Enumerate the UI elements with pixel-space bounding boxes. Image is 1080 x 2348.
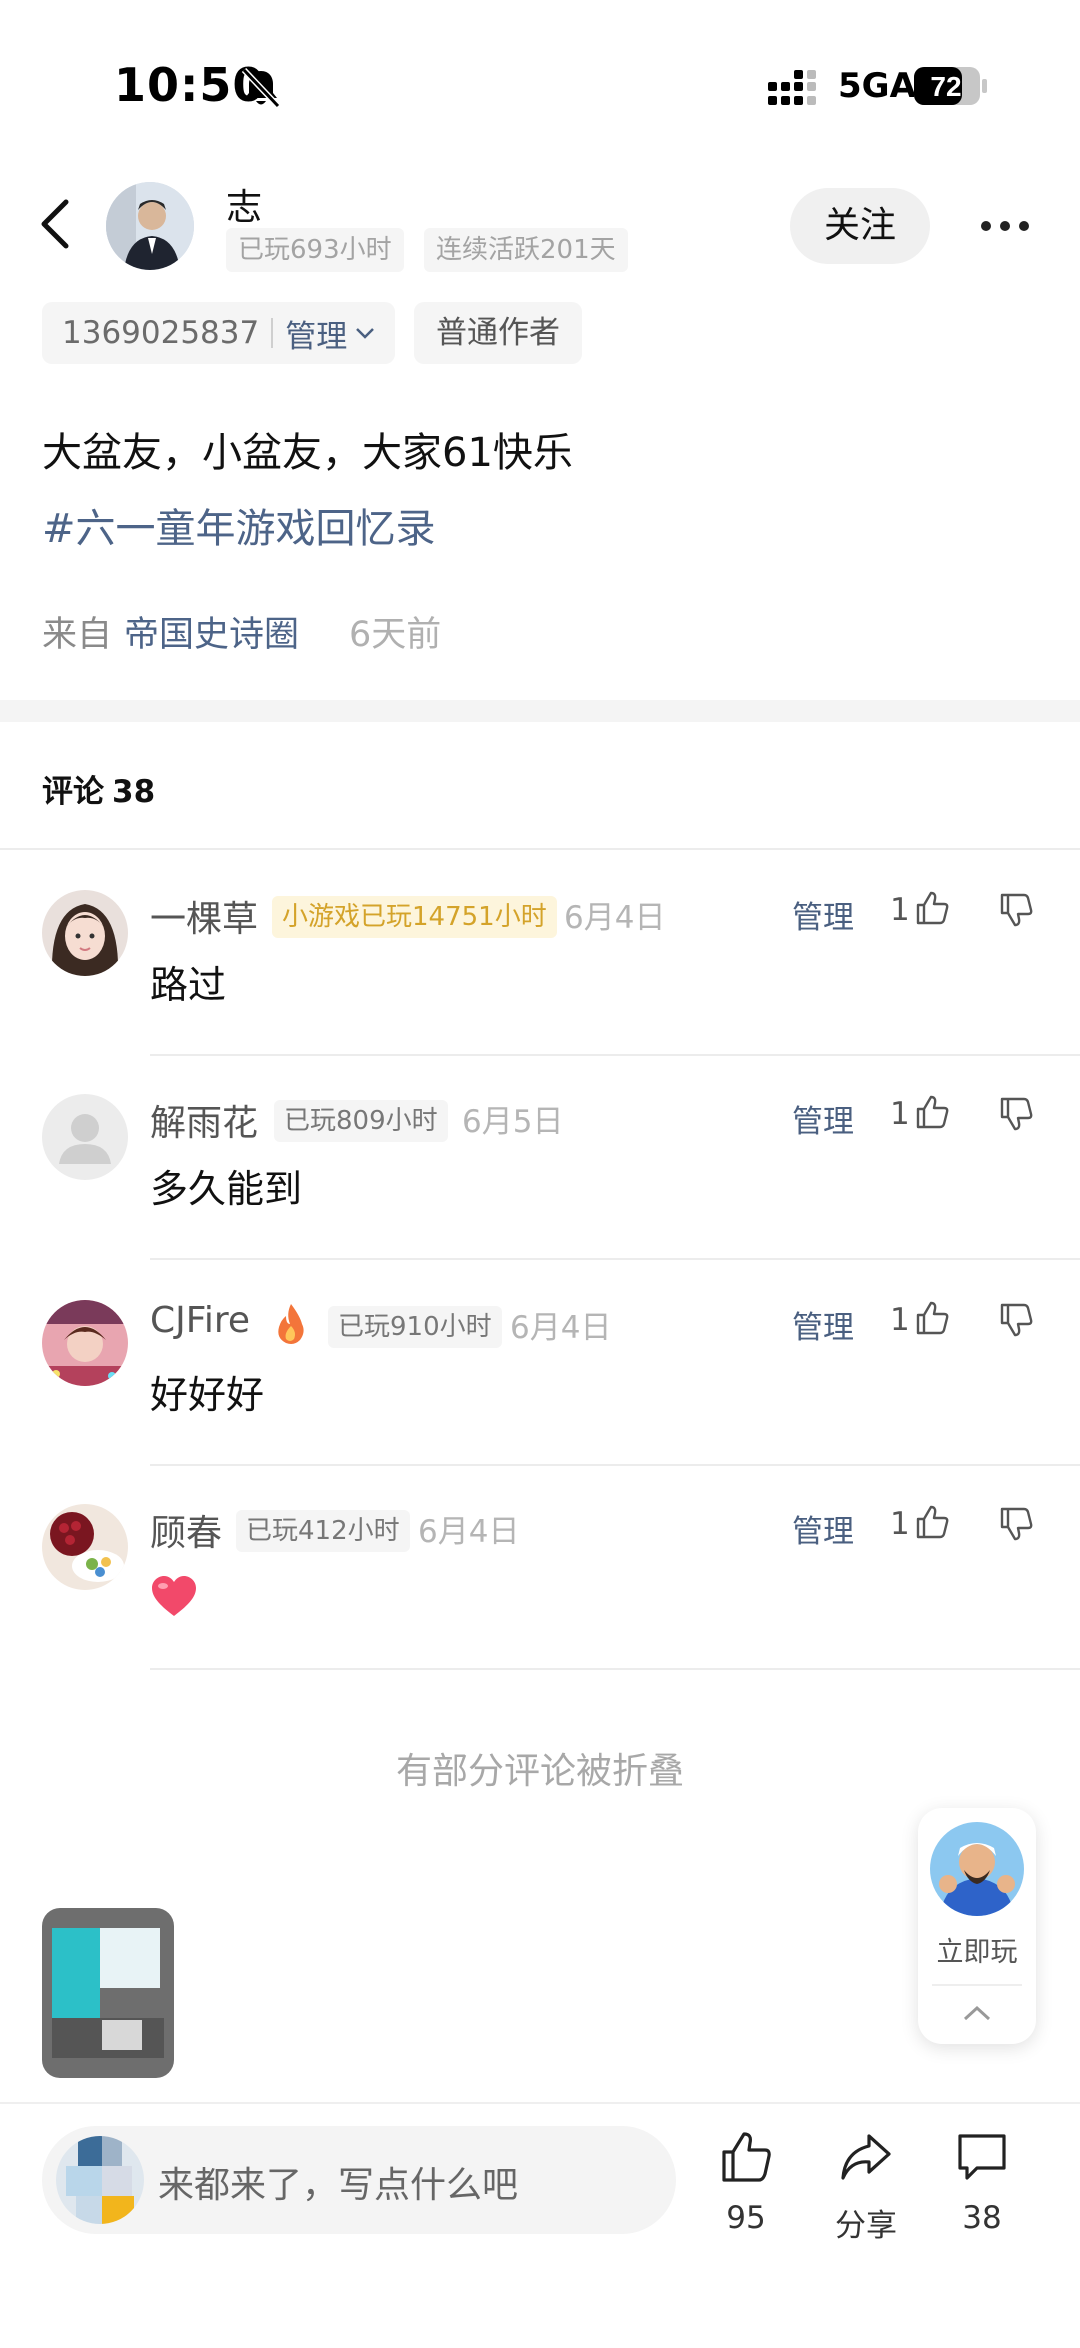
thumbs-up-icon[interactable]	[914, 1094, 950, 1130]
author-role-tag: 普通作者	[414, 302, 582, 364]
commenter-avatar[interactable]	[42, 1300, 128, 1386]
post-time: 6天前	[349, 615, 442, 655]
like-post-button[interactable]: 95	[696, 2130, 796, 2236]
share-label: 分享	[835, 2208, 897, 2244]
comment-button[interactable]: 38	[932, 2130, 1032, 2236]
comment-date: 6月4日	[418, 1514, 520, 1550]
id-separator	[271, 318, 274, 348]
comments-divider	[0, 848, 1080, 850]
comment-like-count: 1	[890, 1302, 910, 1338]
like-count: 95	[726, 2200, 766, 2236]
heart-emoji-icon	[152, 1576, 196, 1616]
comment-bubble-icon[interactable]	[955, 2130, 1009, 2184]
status-bar: 10:50 5GA 72	[0, 0, 1080, 150]
more-options-icon[interactable]	[980, 220, 1030, 232]
comment-text: 好好好	[150, 1373, 265, 1417]
played-hours-tag: 已玩693小时	[226, 228, 404, 272]
commenter-name[interactable]: 顾春	[150, 1504, 222, 1556]
comment-date: 6月4日	[510, 1310, 612, 1346]
play-card-divider	[932, 1984, 1022, 1986]
comment-item: 一棵草 小游戏已玩14751小时 6月4日 管理 1 路过	[0, 890, 1080, 1090]
circle-link[interactable]: 帝国史诗圈	[124, 615, 299, 655]
commenter-name[interactable]: 解雨花	[150, 1094, 258, 1146]
comment-like-count: 1	[890, 892, 910, 928]
comment-divider	[150, 1464, 1080, 1466]
comment-text: 路过	[150, 963, 227, 1007]
comment-manage-button[interactable]: 管理	[792, 892, 854, 937]
comment-manage-button[interactable]: 管理	[792, 1302, 854, 1347]
play-hours-badge: 小游戏已玩14751小时	[272, 896, 557, 938]
comment-like-count: 1	[890, 1096, 910, 1132]
back-arrow-icon[interactable]	[36, 196, 76, 252]
battery-icon: 72	[914, 67, 987, 105]
comment-count: 38	[962, 2200, 1002, 2236]
thumbs-down-icon[interactable]	[998, 892, 1034, 928]
commenter-avatar[interactable]	[42, 1504, 128, 1590]
comment-item: CJFire 已玩910小时 6月4日 管理 1 好好好	[0, 1300, 1080, 1500]
signal-icon	[768, 70, 816, 105]
pixel-sticker-icon	[42, 1908, 174, 2078]
thumbs-down-icon[interactable]	[998, 1302, 1034, 1338]
active-days-tag: 连续活跃201天	[424, 228, 628, 272]
battery-level: 72	[930, 71, 961, 102]
comment-divider	[150, 1054, 1080, 1056]
thumbs-up-icon[interactable]	[719, 2130, 773, 2184]
comments-title: 评论	[42, 774, 104, 810]
comment-divider	[150, 1668, 1080, 1670]
share-button[interactable]: 分享	[816, 2130, 916, 2245]
share-arrow-icon[interactable]	[839, 2130, 893, 2184]
post-source-row: 来自 帝国史诗圈 6天前	[42, 606, 441, 657]
comment-divider	[150, 1258, 1080, 1260]
commenter-avatar[interactable]	[42, 1094, 128, 1180]
post-topic-link[interactable]: #六一童年游戏回忆录	[42, 496, 436, 554]
author-name[interactable]: 志	[226, 178, 262, 230]
user-id: 1369025837	[62, 315, 260, 351]
comments-header: 评论 38	[42, 766, 155, 811]
game-icon[interactable]	[930, 1822, 1024, 1916]
chevron-down-icon[interactable]	[355, 326, 375, 340]
from-label: 来自	[42, 615, 113, 655]
follow-button[interactable]: 关注	[790, 188, 930, 264]
comment-item: 解雨花 已玩809小时 6月5日 管理 1 多久能到	[0, 1094, 1080, 1294]
fire-icon	[278, 1304, 304, 1344]
commenter-name[interactable]: 一棵草	[150, 890, 258, 942]
section-divider	[0, 700, 1080, 722]
comment-manage-button[interactable]: 管理	[792, 1096, 854, 1141]
mute-bell-icon	[241, 67, 281, 109]
comment-manage-button[interactable]: 管理	[792, 1506, 854, 1551]
manage-dropdown[interactable]: 管理	[285, 311, 347, 356]
comment-date: 6月4日	[564, 900, 666, 936]
play-hours-badge: 已玩412小时	[236, 1510, 410, 1552]
chevron-up-icon[interactable]	[962, 2004, 992, 2022]
play-hours-badge: 已玩809小时	[274, 1100, 448, 1142]
commenter-avatar[interactable]	[42, 890, 128, 976]
comments-count: 38	[112, 774, 156, 810]
network-type: 5GA	[838, 66, 916, 106]
comment-input-placeholder[interactable]: 来都来了，写点什么吧	[158, 2156, 518, 2208]
thumbs-down-icon[interactable]	[998, 1506, 1034, 1542]
thumbs-up-icon[interactable]	[914, 1300, 950, 1336]
author-avatar[interactable]	[106, 182, 194, 270]
folded-comments-notice[interactable]: 有部分评论被折叠	[0, 1742, 1080, 1794]
play-hours-badge: 已玩910小时	[328, 1306, 502, 1348]
comment-date: 6月5日	[462, 1104, 564, 1140]
comment-like-count: 1	[890, 1506, 910, 1542]
commenter-name[interactable]: CJFire	[150, 1300, 250, 1341]
thumbs-up-icon[interactable]	[914, 890, 950, 926]
post-text: 大盆友，小盆友，大家61快乐	[42, 430, 573, 476]
my-avatar	[56, 2136, 144, 2224]
thumbs-up-icon[interactable]	[914, 1504, 950, 1540]
play-now-card[interactable]: 立即玩	[918, 1808, 1036, 2044]
thumbs-down-icon[interactable]	[998, 1096, 1034, 1132]
bottom-bar-divider	[0, 2102, 1080, 2104]
comment-input[interactable]: 来都来了，写点什么吧	[42, 2126, 676, 2234]
play-now-label[interactable]: 立即玩	[918, 1930, 1036, 1969]
comment-text: 多久能到	[150, 1167, 303, 1211]
comment-item: 顾春 已玩412小时 6月4日 管理 1	[0, 1504, 1080, 1704]
user-id-box: 1369025837 管理	[42, 302, 396, 364]
